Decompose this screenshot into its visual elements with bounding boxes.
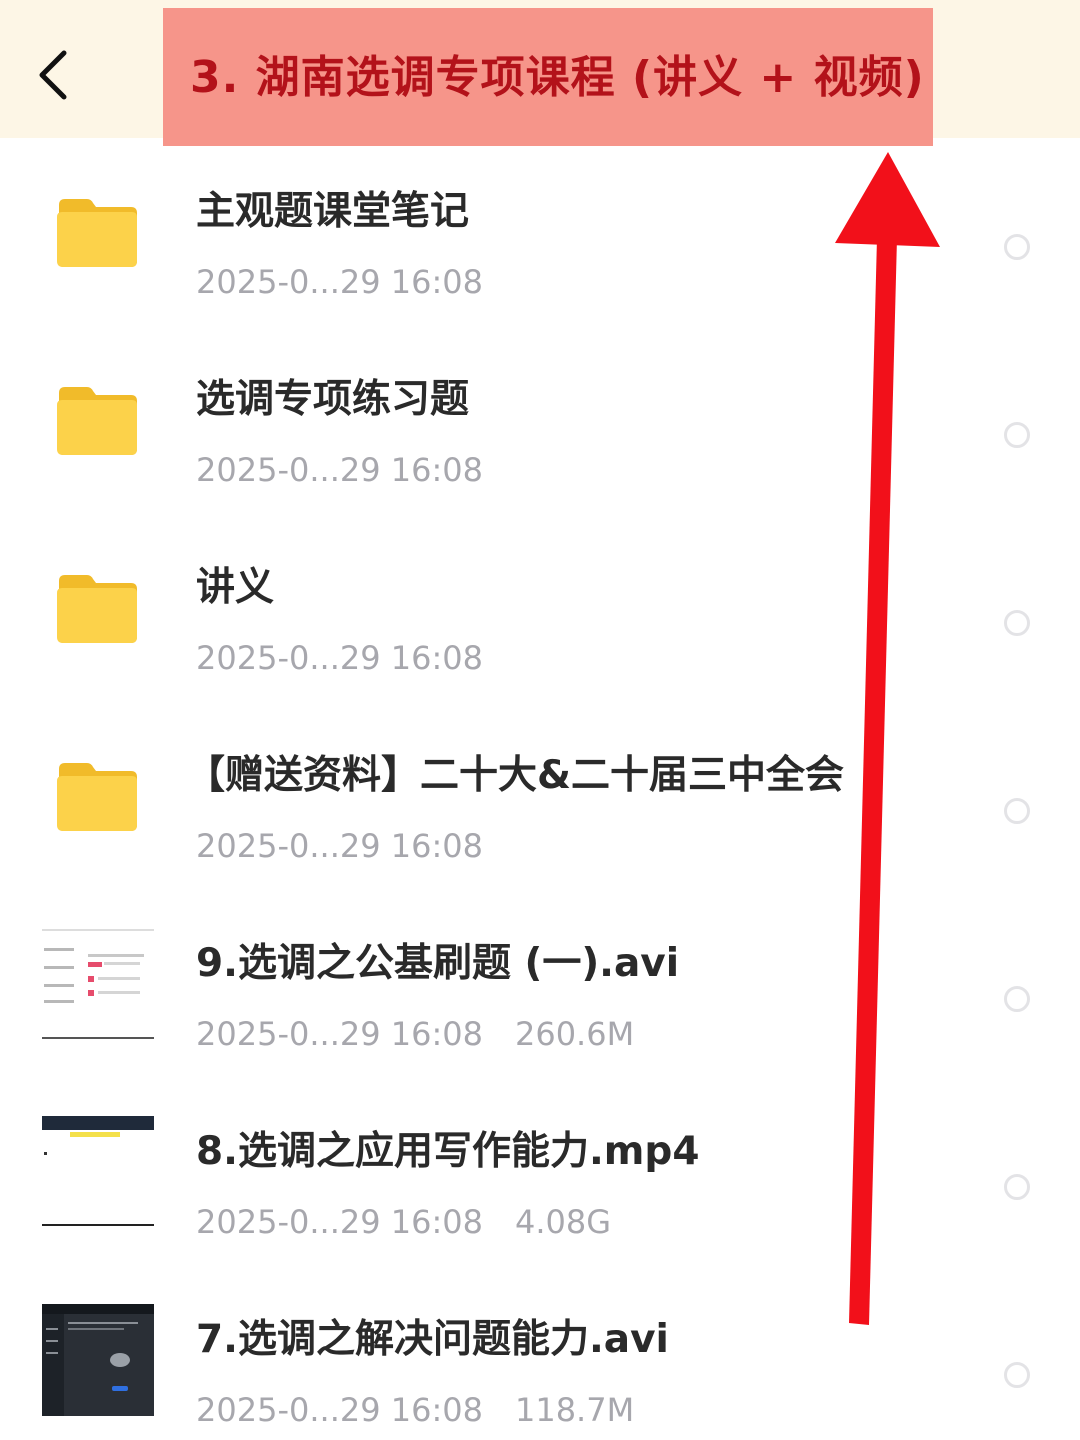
file-date: 2025-0...29 16:08 (196, 639, 483, 677)
page-title: 3. 湖南选调专项课程 (讲义 + 视频) (190, 52, 925, 103)
file-name: 7.选调之解决问题能力.avi (196, 1317, 669, 1362)
select-radio[interactable] (1004, 1362, 1030, 1388)
file-name: 讲义 (196, 565, 275, 610)
select-radio[interactable] (1004, 798, 1030, 824)
file-size: 260.6M (514, 1015, 635, 1053)
file-meta: 2025-0...29 16:08 260.6M (196, 1012, 634, 1056)
folder-icon (57, 763, 137, 831)
back-button[interactable] (22, 40, 86, 110)
chevron-left-icon (39, 50, 67, 100)
file-date: 2025-0...29 16:08 (196, 263, 483, 301)
folder-icon (57, 199, 137, 267)
list-item-video[interactable]: 8.选调之应用写作能力.mp4 2025-0...29 16:08 4.08G (0, 1100, 1080, 1288)
file-name: 8.选调之应用写作能力.mp4 (196, 1129, 700, 1174)
list-item-video[interactable]: 9.选调之公基刷题 (一).avi 2025-0...29 16:08 260.6… (0, 912, 1080, 1100)
file-meta: 2025-0...29 16:08 (196, 260, 483, 304)
folder-icon (57, 387, 137, 455)
file-meta: 2025-0...29 16:08 (196, 636, 483, 680)
file-meta: 2025-0...29 16:08 (196, 448, 483, 492)
list-item-folder[interactable]: 【赠送资料】二十大&二十届三中全会 2025-0...29 16:08 (0, 724, 1080, 912)
list-item-folder[interactable]: 主观题课堂笔记 2025-0...29 16:08 (0, 160, 1080, 348)
select-radio[interactable] (1004, 986, 1030, 1012)
file-meta: 2025-0...29 16:08 118.7M (196, 1388, 634, 1432)
file-meta: 2025-0...29 16:08 (196, 824, 483, 868)
file-name: 9.选调之公基刷题 (一).avi (196, 941, 680, 986)
file-name: 【赠送资料】二十大&二十届三中全会 (186, 753, 845, 798)
select-radio[interactable] (1004, 1174, 1030, 1200)
file-name: 选调专项练习题 (196, 377, 470, 422)
select-radio[interactable] (1004, 610, 1030, 636)
folder-icon (57, 575, 137, 643)
file-date: 2025-0...29 16:08 (196, 1015, 483, 1053)
file-size: 4.08G (514, 1203, 612, 1241)
video-thumbnail (42, 1116, 154, 1228)
file-size: 118.7M (514, 1391, 635, 1429)
file-browser-page: 3. 湖南选调专项课程 (讲义 + 视频) 主观题课堂笔记 2025-0...2… (0, 0, 1080, 1440)
file-date: 2025-0...29 16:08 (196, 827, 483, 865)
file-date: 2025-0...29 16:08 (196, 451, 483, 489)
select-radio[interactable] (1004, 234, 1030, 260)
video-thumbnail (42, 1304, 154, 1416)
list-item-folder[interactable]: 讲义 2025-0...29 16:08 (0, 536, 1080, 724)
select-radio[interactable] (1004, 422, 1030, 448)
list-item-video[interactable]: 7.选调之解决问题能力.avi 2025-0...29 16:08 118.7M (0, 1288, 1080, 1440)
file-date: 2025-0...29 16:08 (196, 1391, 483, 1429)
file-date: 2025-0...29 16:08 (196, 1203, 483, 1241)
list-item-folder[interactable]: 选调专项练习题 2025-0...29 16:08 (0, 348, 1080, 536)
video-thumbnail (42, 928, 154, 1040)
file-name: 主观题课堂笔记 (196, 189, 470, 234)
file-meta: 2025-0...29 16:08 4.08G (196, 1200, 611, 1244)
